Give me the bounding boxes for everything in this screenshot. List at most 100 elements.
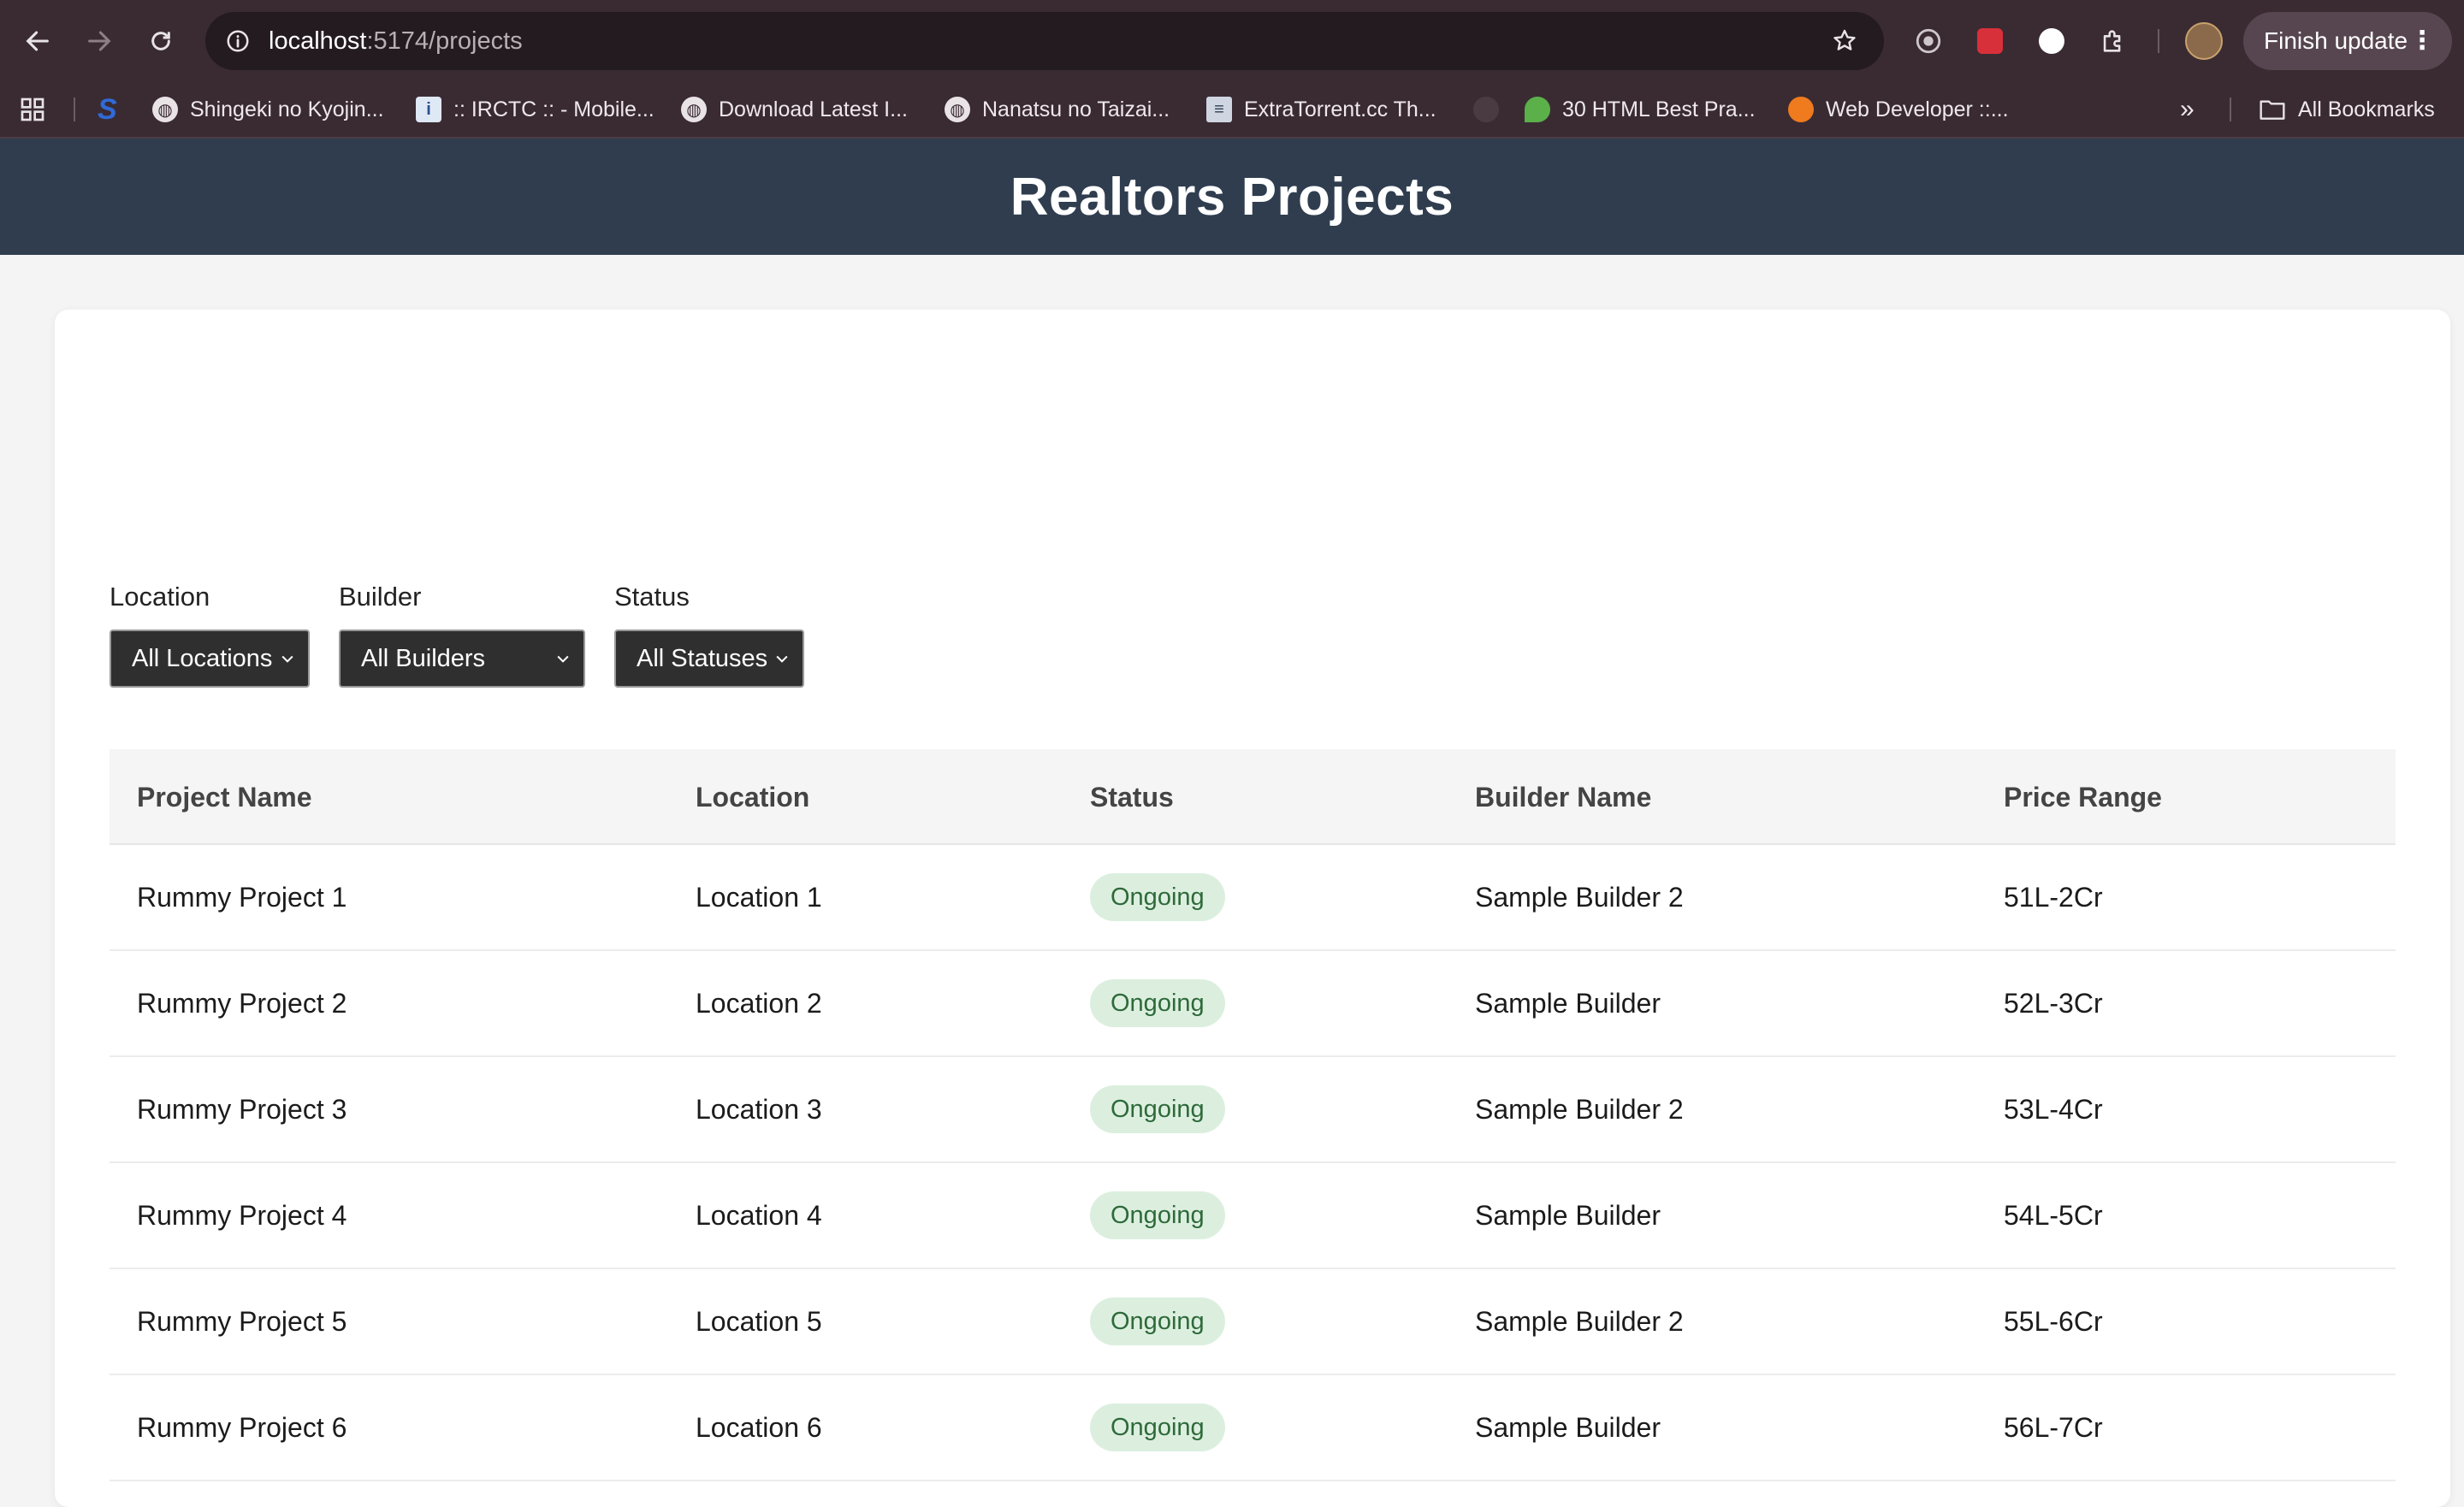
finish-update-button[interactable]: Finish update ⋮ [2243, 12, 2452, 70]
bookmark-s-icon[interactable]: S [98, 93, 117, 126]
location-select-value: All Locations [132, 645, 273, 672]
browser-toolbar: localhost:5174/projects Finish update ⋮ [0, 0, 2464, 82]
location-filter-label: Location [110, 582, 210, 612]
table-header: Project Name Location Status Builder Nam… [110, 749, 2396, 845]
extension-red-icon[interactable] [1969, 21, 2011, 62]
status-badge: Ongoing [1090, 1297, 1225, 1345]
table-row[interactable]: Rummy Project 3 Location 3 Ongoing Sampl… [110, 1057, 2396, 1163]
bookmarks-divider [74, 98, 75, 121]
table-row[interactable]: Rummy Project 5 Location 5 Ongoing Sampl… [110, 1269, 2396, 1375]
projects-card: Location All Locations Builder All Build… [55, 310, 2450, 1507]
bookmark-label: Download Latest I... [719, 97, 908, 121]
status-badge: Ongoing [1090, 873, 1225, 921]
extensions-puzzle-icon[interactable] [2093, 21, 2134, 62]
bookmark-label: ExtraTorrent.cc Th... [1244, 97, 1436, 121]
filters-bar: Location All Locations Builder All Build… [110, 582, 804, 688]
bookmark-label: 30 HTML Best Pra... [1562, 97, 1756, 121]
more-menu-icon[interactable]: ⋮ [2409, 12, 2435, 70]
forward-button[interactable] [79, 21, 120, 62]
location-select[interactable]: All Locations [110, 629, 310, 688]
finish-update-label: Finish update [2264, 27, 2408, 54]
bookmarks-bar: S ◍ Shingeki no Kyojin... i :: IRCTC :: … [0, 82, 2464, 139]
bookmark-item[interactable]: i :: IRCTC :: - Mobile... [416, 94, 654, 125]
location-cell: Location 2 [696, 988, 822, 1019]
reload-button[interactable] [140, 21, 181, 62]
bookmark-item[interactable]: Web Developer ::... [1788, 94, 2009, 125]
app-header: Realtors Projects [0, 139, 2464, 255]
project-name-cell: Rummy Project 4 [137, 1200, 347, 1231]
back-arrow-icon [26, 31, 49, 51]
globe-icon: ◍ [152, 97, 178, 122]
project-name-cell: Rummy Project 5 [137, 1306, 347, 1337]
column-header-project-name[interactable]: Project Name [137, 749, 312, 845]
price-range-cell: 53L-4Cr [2004, 1094, 2103, 1125]
bookmark-item[interactable]: ≡ ExtraTorrent.cc Th... [1206, 94, 1436, 125]
location-filter: Location All Locations [110, 582, 310, 688]
project-name-cell: Rummy Project 3 [137, 1094, 347, 1125]
extension-target-icon[interactable] [1908, 21, 1949, 62]
back-button[interactable] [17, 21, 58, 62]
bookmark-item[interactable]: 30 HTML Best Pra... [1525, 94, 1756, 125]
url-path: :5174/projects [366, 27, 523, 55]
all-bookmarks-button[interactable]: All Bookmarks [2259, 94, 2435, 125]
extension-face-icon[interactable] [2031, 21, 2072, 62]
projects-table: Project Name Location Status Builder Nam… [110, 749, 2396, 1481]
irctc-icon: i [416, 97, 441, 122]
url-host: localhost [269, 27, 367, 55]
status-filter: Status All Statuses [614, 582, 804, 688]
builder-name-cell: Sample Builder [1475, 988, 1661, 1019]
builder-select[interactable]: All Builders [339, 629, 585, 688]
location-cell: Location 6 [696, 1412, 822, 1443]
bookmark-star-icon[interactable] [1827, 24, 1862, 58]
project-name-cell: Rummy Project 1 [137, 882, 347, 913]
column-header-location[interactable]: Location [696, 749, 809, 845]
globe-icon: ◍ [681, 97, 707, 122]
builder-select-value: All Builders [361, 645, 486, 672]
status-select-value: All Statuses [637, 645, 768, 672]
globe-icon: ◍ [945, 97, 970, 122]
table-row[interactable]: Rummy Project 2 Location 2 Ongoing Sampl… [110, 951, 2396, 1057]
chevron-down-icon [279, 631, 296, 686]
bookmark-label: Web Developer ::... [1826, 97, 2009, 121]
status-badge: Ongoing [1090, 979, 1225, 1027]
status-badge: Ongoing [1090, 1404, 1225, 1451]
leaf-icon [1525, 97, 1550, 122]
site-info-icon[interactable] [221, 24, 255, 58]
location-cell: Location 4 [696, 1200, 822, 1231]
price-range-cell: 56L-7Cr [2004, 1412, 2103, 1443]
builder-name-cell: Sample Builder [1475, 1200, 1661, 1231]
table-row[interactable]: Rummy Project 6 Location 6 Ongoing Sampl… [110, 1375, 2396, 1481]
column-header-builder-name[interactable]: Builder Name [1475, 749, 1651, 845]
builder-name-cell: Sample Builder [1475, 1412, 1661, 1443]
bookmark-faded-icon[interactable] [1473, 94, 1499, 125]
builder-filter-label: Builder [339, 582, 422, 612]
price-range-cell: 55L-6Cr [2004, 1306, 2103, 1337]
status-filter-label: Status [614, 582, 690, 612]
status-select[interactable]: All Statuses [614, 629, 804, 688]
bookmark-label: Nanatsu no Taizai... [982, 97, 1170, 121]
column-header-price-range[interactable]: Price Range [2004, 749, 2162, 845]
address-bar[interactable]: localhost:5174/projects [205, 12, 1884, 70]
url-text: localhost:5174/projects [269, 24, 523, 58]
price-range-cell: 51L-2Cr [2004, 882, 2103, 913]
toolbar-divider [2158, 29, 2159, 53]
forward-arrow-icon [88, 31, 111, 51]
firefox-icon [1788, 97, 1814, 122]
bookmarks-divider [2230, 98, 2231, 121]
profile-avatar[interactable] [2185, 22, 2223, 60]
table-row[interactable]: Rummy Project 4 Location 4 Ongoing Sampl… [110, 1163, 2396, 1269]
bookmarks-overflow-button[interactable]: » [2180, 94, 2194, 125]
bookmark-item[interactable]: ◍ Shingeki no Kyojin... [152, 94, 384, 125]
builder-filter: Builder All Builders [339, 582, 585, 688]
bookmark-item[interactable]: ◍ Nanatsu no Taizai... [945, 94, 1170, 125]
bookmark-label: Shingeki no Kyojin... [190, 97, 384, 121]
bookmark-label: :: IRCTC :: - Mobile... [453, 97, 654, 121]
page-title: Realtors Projects [1010, 167, 1454, 227]
builder-name-cell: Sample Builder 2 [1475, 882, 1684, 913]
bookmark-item[interactable]: ◍ Download Latest I... [681, 94, 908, 125]
table-row[interactable]: Rummy Project 1 Location 1 Ongoing Sampl… [110, 845, 2396, 951]
column-header-status[interactable]: Status [1090, 749, 1174, 845]
status-badge: Ongoing [1090, 1191, 1225, 1239]
apps-grid-icon[interactable] [19, 94, 46, 125]
reload-icon [151, 32, 170, 50]
